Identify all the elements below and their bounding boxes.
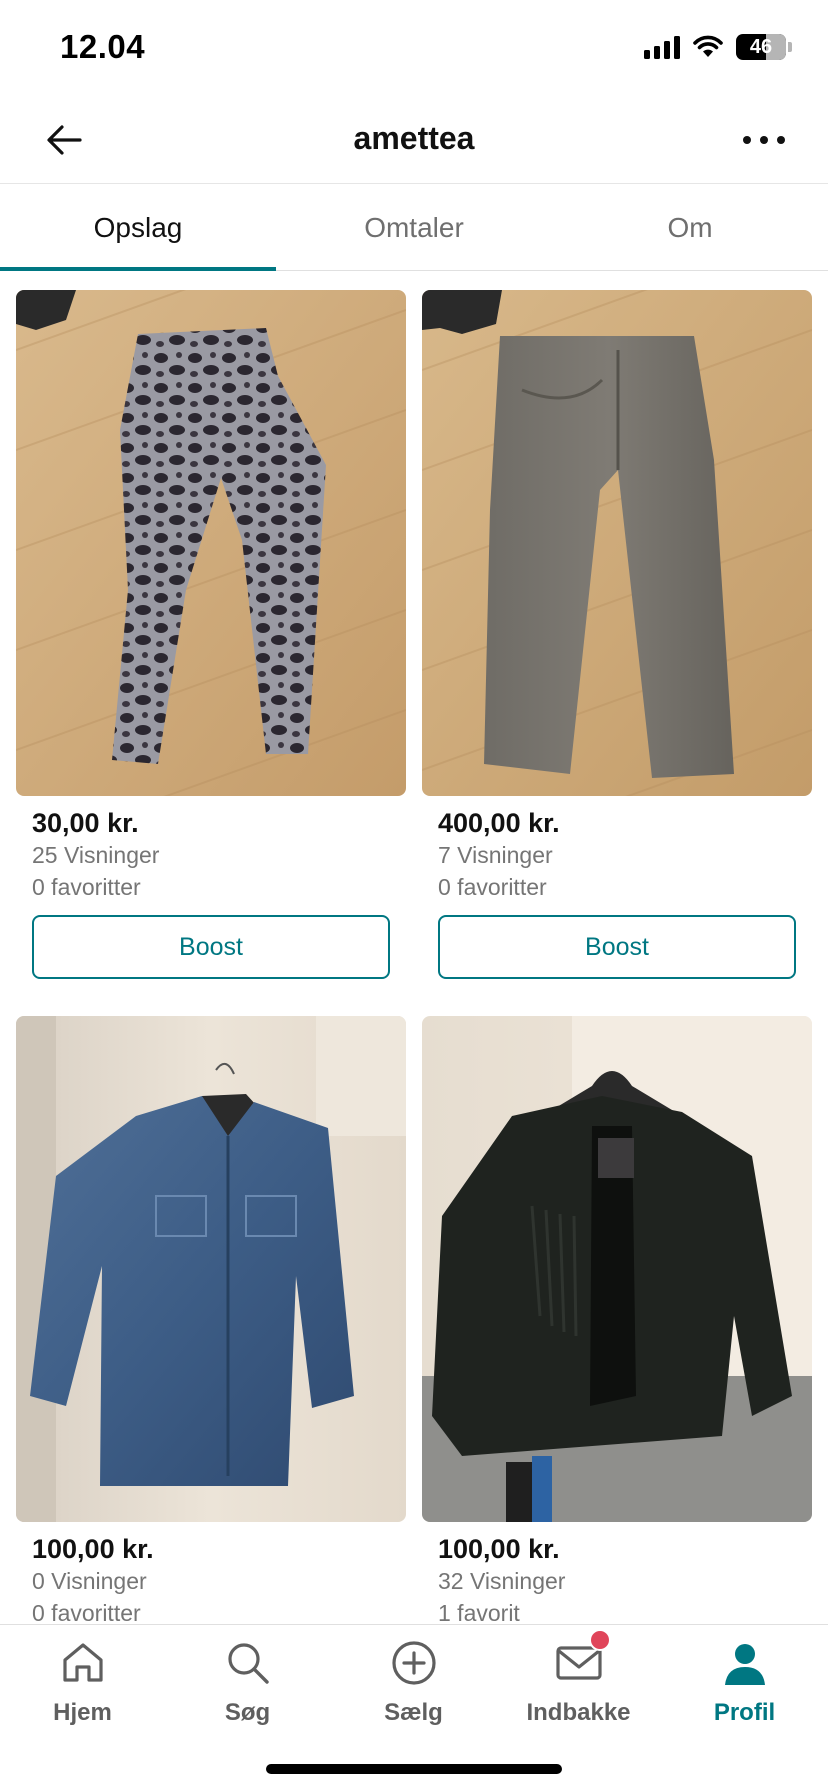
screen: 12.04 46 amettea Opslag Omtaler Om 30,00…: [0, 0, 828, 1792]
nav-label: Indbakke: [526, 1699, 631, 1726]
listing-photo[interactable]: [16, 1016, 406, 1522]
listing-photo[interactable]: [422, 1016, 812, 1522]
mail-icon: [551, 1629, 611, 1691]
status-time: 12.04: [60, 28, 146, 65]
listing-price: 400,00 kr.: [438, 808, 560, 838]
battery-icon: 46: [736, 34, 786, 60]
listing-photo[interactable]: [16, 290, 406, 796]
listing-photo[interactable]: [422, 290, 812, 796]
listing-views: 32 Visninger: [438, 1568, 566, 1594]
listing-views: 0 Visninger: [32, 1568, 147, 1594]
home-icon: [55, 1635, 111, 1691]
battery-level: 46: [749, 35, 773, 58]
nav-label: Hjem: [53, 1699, 112, 1726]
listing-favorites: 0 favoritter: [438, 874, 547, 900]
home-indicator[interactable]: [266, 1764, 562, 1774]
nav-header: amettea: [0, 96, 828, 184]
nav-label: Sælg: [384, 1699, 443, 1726]
tab-omtaler[interactable]: Omtaler: [276, 185, 552, 270]
notification-badge: [588, 1629, 611, 1651]
boost-button[interactable]: Boost: [32, 915, 390, 979]
nav-item-sog[interactable]: Søg: [165, 1635, 330, 1727]
listing-views: 25 Visninger: [32, 842, 160, 868]
more-options-button[interactable]: [736, 116, 792, 164]
cellular-signal-icon: [644, 35, 680, 59]
status-bar: 12.04 46: [0, 0, 828, 96]
status-icons: 46: [644, 34, 792, 60]
page-title: amettea: [353, 120, 475, 156]
nav-item-saelg[interactable]: Sælg: [331, 1635, 496, 1727]
listing-favorites: 0 favoritter: [32, 874, 141, 900]
nav-label: Profil: [713, 1699, 776, 1726]
nav-item-profil[interactable]: Profil: [662, 1635, 827, 1727]
listing-card[interactable]: 30,00 kr. 25 Visninger 0 favoritter Boos…: [16, 290, 406, 979]
profile-tabs: Opslag Omtaler Om: [0, 185, 828, 271]
more-horizontal-icon: [743, 136, 785, 144]
listing-card[interactable]: 100,00 kr. 0 Visninger 0 favoritter: [16, 1016, 406, 1629]
listing-card[interactable]: 400,00 kr. 7 Visninger 0 favoritter Boos…: [422, 290, 812, 979]
boost-button[interactable]: Boost: [438, 915, 796, 979]
listing-price: 30,00 kr.: [32, 808, 139, 838]
plus-circle-icon: [386, 1635, 442, 1691]
wifi-icon: [693, 35, 723, 57]
nav-item-hjem[interactable]: Hjem: [0, 1635, 165, 1727]
nav-label: Søg: [224, 1699, 271, 1726]
listing-price: 100,00 kr.: [32, 1534, 154, 1564]
listing-price: 100,00 kr.: [438, 1534, 560, 1564]
tab-om[interactable]: Om: [552, 185, 828, 270]
search-icon: [220, 1635, 276, 1691]
profile-icon: [717, 1635, 773, 1691]
nav-item-indbakke[interactable]: Indbakke: [496, 1629, 661, 1727]
listing-card[interactable]: 100,00 kr. 32 Visninger 1 favorit: [422, 1016, 812, 1629]
listing-views: 7 Visninger: [438, 842, 553, 868]
tab-opslag[interactable]: Opslag: [0, 185, 276, 271]
